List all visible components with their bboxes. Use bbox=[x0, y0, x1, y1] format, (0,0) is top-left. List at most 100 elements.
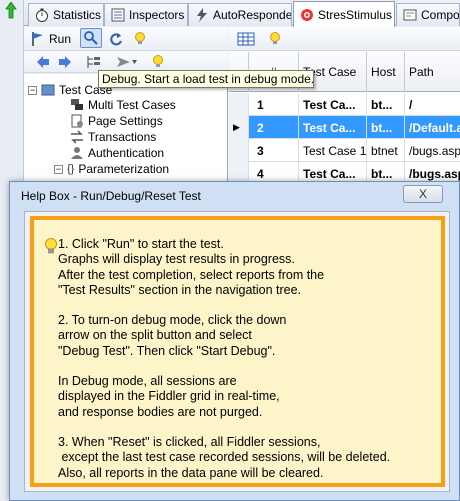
table-cell: bt... bbox=[367, 93, 405, 116]
help-line: "Debug Test". Then click "Start Debug". bbox=[58, 343, 276, 358]
tab-stresstimulus[interactable]: StresStimulus bbox=[293, 1, 395, 27]
table-cell: 2 bbox=[249, 116, 299, 139]
row-header[interactable]: ▶ bbox=[229, 116, 249, 139]
help-line: arrow on the split button and select bbox=[58, 328, 252, 343]
forward-button[interactable] bbox=[58, 52, 72, 72]
table-row[interactable]: ▶ 2 Test Ca... bt.../Default.a bbox=[229, 116, 460, 139]
page-settings-icon bbox=[71, 114, 83, 128]
flag-icon bbox=[32, 32, 43, 46]
tab-inspectors[interactable]: Inspectors bbox=[104, 3, 188, 26]
row-header[interactable] bbox=[229, 139, 249, 162]
table-cell: /bugs.aspx bbox=[405, 139, 460, 162]
help-dialog: Help Box - Run/Debug/Reset Test X 1. Cli… bbox=[9, 181, 460, 501]
authentication-icon bbox=[71, 147, 83, 159]
tab-label: Statistics bbox=[53, 8, 102, 22]
back-button[interactable] bbox=[36, 52, 50, 72]
help-line: 1. Click "Run" to start the test. bbox=[58, 237, 224, 251]
sessions-grid: # Test Case Host Path 1Test Ca...bt.../▶… bbox=[229, 27, 460, 187]
help-line: Graphs will display test results in prog… bbox=[58, 252, 295, 267]
help-content: 1. Click "Run" to start the test. Graphs … bbox=[30, 216, 445, 487]
tree-item-label: Authentication bbox=[88, 146, 165, 160]
collapse-icon[interactable]: − bbox=[28, 85, 37, 95]
debug-button[interactable] bbox=[80, 28, 102, 48]
help-line bbox=[58, 420, 438, 435]
help-line: 3. When "Reset" is clicked, all Fiddler … bbox=[58, 434, 321, 449]
table-cell: btnet bbox=[367, 139, 405, 162]
tree-item-transactions[interactable]: Transactions bbox=[70, 129, 156, 145]
reset-icon bbox=[110, 33, 122, 46]
green-pin-icon bbox=[5, 2, 17, 19]
debug-tooltip: Debug. Start a load test in debug mode. bbox=[98, 70, 314, 88]
lightbulb-icon bbox=[45, 238, 57, 254]
help-line: After the test completion, select report… bbox=[58, 267, 325, 282]
lightbulb-icon bbox=[135, 32, 145, 44]
tree-item-page-settings[interactable]: Page Settings bbox=[70, 113, 163, 129]
stresstimulus-icon bbox=[301, 8, 313, 21]
tree-view-button[interactable] bbox=[86, 52, 102, 72]
help-line: except the last test case recorded sessi… bbox=[58, 450, 391, 465]
navigation-tree: − Test Case Multi Test Cases Page Settin… bbox=[24, 74, 228, 184]
tree-view-icon bbox=[87, 56, 100, 68]
help-line: displayed in the Fiddler grid in real-ti… bbox=[58, 389, 280, 404]
dialog-body: 1. Click "Run" to start the test. Graphs … bbox=[24, 211, 450, 492]
test-dropdown-button[interactable] bbox=[116, 52, 138, 72]
close-button[interactable]: X bbox=[403, 185, 443, 203]
dialog-title: Help Box - Run/Debug/Reset Test bbox=[21, 189, 201, 203]
arrow-left-icon bbox=[37, 56, 49, 68]
tab-label: StresStimulus bbox=[318, 7, 393, 22]
help-line: 2. To turn-on debug mode, click the down bbox=[58, 313, 287, 328]
tree-item-label: Multi Test Cases bbox=[88, 98, 176, 112]
tab-label: Inspectors bbox=[129, 8, 185, 22]
tab-autoresponder[interactable]: AutoResponder bbox=[188, 3, 292, 26]
table-cell: / bbox=[405, 93, 460, 116]
run-label: Run bbox=[49, 32, 72, 46]
table-cell: /Default.a bbox=[405, 116, 460, 139]
reset-button[interactable] bbox=[108, 29, 124, 49]
collapse-icon[interactable]: − bbox=[54, 164, 63, 174]
tree-item-label: Parameterization bbox=[78, 162, 170, 176]
column-label: Host bbox=[371, 64, 396, 79]
grid-help-bulb[interactable] bbox=[269, 29, 281, 49]
main-toolbar: Run bbox=[24, 27, 228, 51]
tree-item-label: Page Settings bbox=[88, 114, 163, 128]
parameterization-icon: {} bbox=[67, 163, 75, 175]
arrow-right-icon bbox=[59, 56, 71, 68]
tree-help-bulb[interactable] bbox=[152, 52, 164, 72]
help-line: In Debug mode, all sessions are bbox=[58, 374, 237, 389]
tab-bar: Statistics Inspectors AutoResponder Stre… bbox=[24, 0, 460, 27]
table-cell: 3 bbox=[249, 139, 299, 162]
lightbulb-icon bbox=[270, 32, 280, 44]
stopwatch-icon bbox=[36, 8, 48, 22]
help-line bbox=[58, 359, 438, 374]
table-row[interactable]: 1 Test Ca... bt... / bbox=[229, 93, 460, 116]
compose-icon bbox=[403, 9, 417, 21]
transactions-icon bbox=[71, 130, 83, 144]
tree-item-authentication[interactable]: Authentication bbox=[70, 145, 164, 161]
tab-label: Compose bbox=[421, 8, 460, 22]
tab-compose[interactable]: Compose bbox=[396, 3, 460, 26]
table-row[interactable]: 3Test Case 1btnet/bugs.aspx bbox=[229, 139, 460, 162]
grid-toolbar bbox=[229, 27, 460, 51]
help-bulb-button[interactable] bbox=[134, 29, 146, 49]
tree-item-label: Transactions bbox=[88, 130, 157, 144]
table-cell: 1 bbox=[249, 93, 299, 116]
column-path[interactable]: Path bbox=[405, 52, 460, 92]
tree-item-multi-test-cases[interactable]: Multi Test Cases bbox=[70, 97, 176, 113]
grid-view-button[interactable] bbox=[237, 29, 255, 49]
run-button[interactable]: Run bbox=[30, 29, 71, 49]
test-case-icon bbox=[41, 84, 55, 96]
tab-statistics[interactable]: Statistics bbox=[28, 3, 104, 26]
help-line: Also, all reports in the data pane will … bbox=[58, 465, 324, 480]
lightbulb-icon bbox=[153, 55, 163, 67]
column-label: Path bbox=[409, 64, 434, 79]
column-host[interactable]: Host bbox=[367, 52, 405, 92]
row-header[interactable] bbox=[229, 93, 249, 116]
help-line: and response bodies are not purged. bbox=[58, 404, 263, 419]
table-cell: Test Ca... bbox=[299, 93, 367, 116]
help-text: 1. Click "Run" to start the test. Graphs … bbox=[58, 237, 438, 481]
table-cell: Test Case 1 bbox=[299, 139, 367, 162]
tree-item-parameterization[interactable]: − {} Parameterization bbox=[54, 161, 169, 177]
multi-test-cases-icon bbox=[71, 99, 83, 110]
table-cell: bt... bbox=[367, 116, 405, 139]
grid-icon bbox=[237, 32, 255, 46]
